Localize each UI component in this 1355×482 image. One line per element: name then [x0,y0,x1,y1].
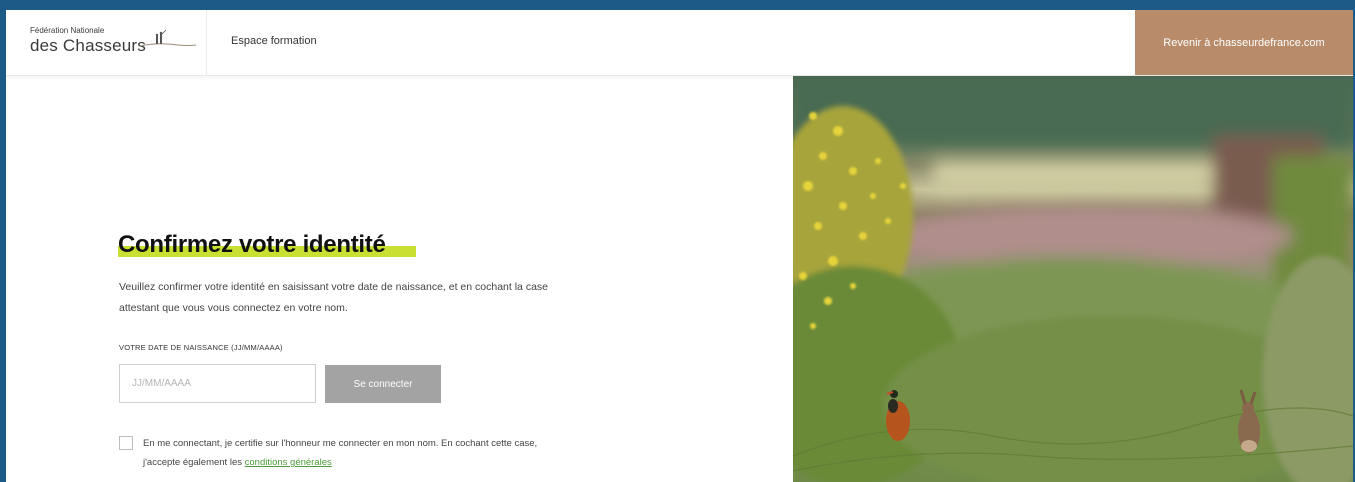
nav-espace-formation[interactable]: Espace formation [231,35,317,47]
intro-text: Veuillez confirmer votre identité en sai… [119,277,619,319]
logo-top-text: Fédération Nationale [30,26,105,35]
back-to-site-button[interactable]: Revenir à chasseurdefrance.com [1135,10,1353,75]
hero-photo [793,76,1353,482]
top-header: Fédération Nationale des Chasseurs Espac… [6,10,1353,76]
consent-text: En me connectant, je certifie sur l'honn… [143,434,603,472]
dob-input[interactable] [119,364,316,403]
dob-label: VOTRE DATE DE NAISSANCE (JJ/MM/AAAA) [119,343,283,352]
intro-line-1: Veuillez confirmer votre identité en sai… [119,281,548,293]
logo-bottom-text: des Chasseurs [30,36,146,55]
connect-button[interactable]: Se connecter [325,365,441,403]
hunters-silhouette-icon [139,29,197,47]
consent-line-1: En me connectant, je certifie sur l'honn… [143,438,538,449]
consent-checkbox[interactable] [119,436,133,450]
intro-line-2: attestant que vous vous connectez en vot… [119,302,348,314]
site-logo[interactable]: Fédération Nationale des Chasseurs [30,26,200,62]
field-with-pheasant-and-hare-image [793,76,1353,482]
page-title-wrap: Confirmez votre identité [118,231,416,259]
header-divider [206,10,207,76]
consent-line-2-prefix: j'accepte également les [143,457,245,468]
page-frame: Fédération Nationale des Chasseurs Espac… [6,10,1353,482]
consent-line-2: j'accepte également les conditions génér… [143,453,603,472]
page-title: Confirmez votre identité [118,231,386,258]
terms-link[interactable]: conditions générales [245,457,332,468]
